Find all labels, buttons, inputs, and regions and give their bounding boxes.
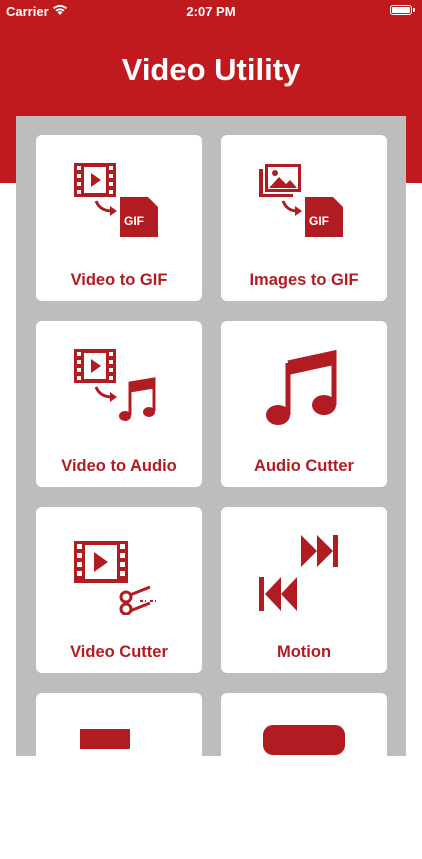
video-cutter-icon [74, 541, 156, 615]
tool-card-partial-right[interactable] [221, 693, 387, 859]
tool-label: Video Cutter [70, 643, 168, 661]
tools-grid: GIF Video to GIF GIF Images to GIF Video… [16, 116, 406, 859]
images-to-gif-icon: GIF [259, 163, 343, 237]
status-bar: Carrier 2:07 PM [0, 0, 422, 22]
tool-label: Audio Cutter [254, 457, 354, 475]
music-note-icon [266, 349, 337, 425]
battery-tip [413, 8, 415, 12]
tool-label: Images to GIF [249, 271, 359, 289]
tool-card-audio-cutter[interactable]: Audio Cutter [221, 321, 387, 487]
motion-icon [259, 535, 338, 611]
battery-icon [390, 5, 412, 15]
tool-card-motion[interactable]: Motion [221, 507, 387, 673]
tool-label: Video to GIF [70, 271, 168, 289]
video-icon [80, 729, 130, 749]
svg-text:GIF: GIF [124, 214, 144, 228]
tool-label: Video to Audio [61, 457, 177, 475]
video-to-gif-icon: GIF [74, 163, 158, 237]
tool-card-images-to-gif[interactable]: GIF Images to GIF [221, 135, 387, 301]
page-title: Video Utility [121, 52, 301, 87]
svg-text:GIF: GIF [309, 214, 329, 228]
tool-card-video-to-gif[interactable]: GIF Video to GIF [36, 135, 202, 301]
tool-card-video-to-audio[interactable]: Video to Audio [36, 321, 202, 487]
tool-card-partial-left[interactable] [36, 693, 202, 859]
tool-card-video-cutter[interactable]: Video Cutter [36, 507, 202, 673]
tool-label: Motion [276, 643, 332, 661]
rounded-rect-icon [263, 725, 345, 755]
video-to-audio-icon [74, 349, 156, 421]
status-time: 2:07 PM [186, 4, 236, 19]
